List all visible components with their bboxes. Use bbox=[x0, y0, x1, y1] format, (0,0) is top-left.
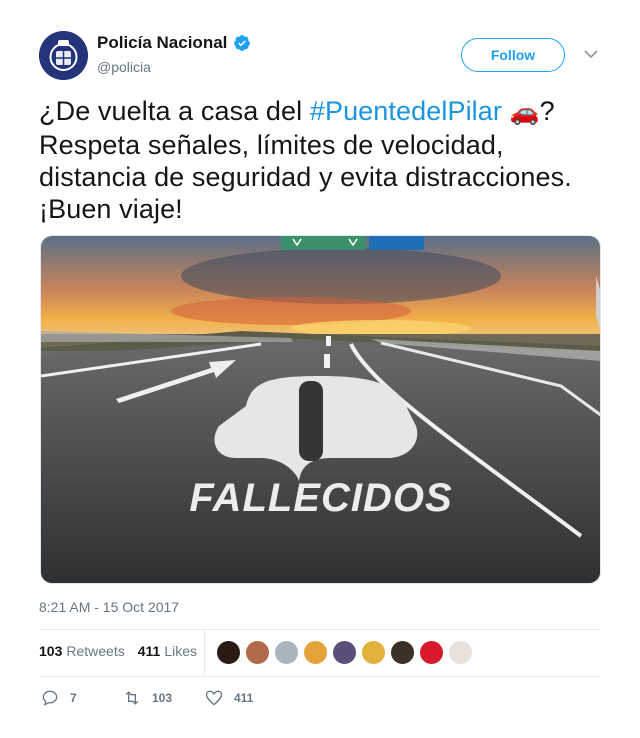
avatar-8[interactable] bbox=[419, 640, 444, 665]
tweet-timestamp[interactable]: 8:21 AM - 15 Oct 2017 bbox=[39, 599, 179, 615]
retweets-count[interactable]: 103 bbox=[39, 643, 62, 659]
account-handle[interactable]: @policia bbox=[97, 59, 151, 75]
divider-top bbox=[39, 629, 600, 630]
likes-label[interactable]: Likes bbox=[164, 643, 197, 659]
road-illustration: FALLECIDOS bbox=[41, 236, 600, 583]
verified-badge-icon bbox=[234, 35, 251, 51]
avatar-1[interactable] bbox=[216, 640, 241, 665]
police-crest-icon bbox=[39, 31, 88, 80]
tweet-text-start: ¿De vuelta a casa del bbox=[39, 96, 310, 126]
retweets-label[interactable]: Retweets bbox=[66, 643, 124, 659]
car-emoji-icon: 🚗 bbox=[509, 99, 540, 126]
retweet-button[interactable]: 103 bbox=[122, 688, 204, 708]
display-name[interactable]: Policía Nacional bbox=[97, 33, 227, 53]
account-name-row[interactable]: Policía Nacional bbox=[97, 33, 251, 53]
reply-icon bbox=[42, 690, 58, 706]
follow-button[interactable]: Follow bbox=[461, 38, 565, 72]
avatar-2[interactable] bbox=[245, 640, 270, 665]
avatar[interactable] bbox=[39, 31, 88, 80]
chevron-down-icon[interactable] bbox=[583, 48, 599, 60]
tweet-actions: 7 103 411 bbox=[40, 688, 253, 708]
retweet-count: 103 bbox=[152, 691, 173, 705]
like-button[interactable]: 411 bbox=[204, 688, 253, 708]
likes-count[interactable]: 411 bbox=[138, 643, 161, 659]
avatar-7[interactable] bbox=[390, 640, 415, 665]
avatar-9[interactable] bbox=[448, 640, 473, 665]
reply-button[interactable]: 7 bbox=[40, 688, 122, 708]
divider-bottom bbox=[39, 676, 600, 677]
tweet-text: ¿De vuelta a casa del #PuentedelPilar 🚗?… bbox=[39, 95, 609, 225]
avatar-6[interactable] bbox=[361, 640, 386, 665]
retweet-icon bbox=[125, 691, 139, 705]
tweet-image[interactable]: FALLECIDOS bbox=[40, 235, 601, 584]
heart-icon bbox=[205, 690, 223, 706]
liker-avatars bbox=[216, 640, 477, 665]
hashtag-link[interactable]: #PuentedelPilar bbox=[310, 96, 502, 126]
engagement-stats: 103 Retweets 411 Likes bbox=[39, 643, 210, 659]
image-caption: FALLECIDOS bbox=[189, 476, 452, 520]
like-count: 411 bbox=[234, 691, 254, 705]
stats-separator bbox=[204, 630, 205, 676]
avatar-4[interactable] bbox=[303, 640, 328, 665]
avatar-3[interactable] bbox=[274, 640, 299, 665]
avatar-5[interactable] bbox=[332, 640, 357, 665]
reply-count: 7 bbox=[70, 691, 77, 705]
